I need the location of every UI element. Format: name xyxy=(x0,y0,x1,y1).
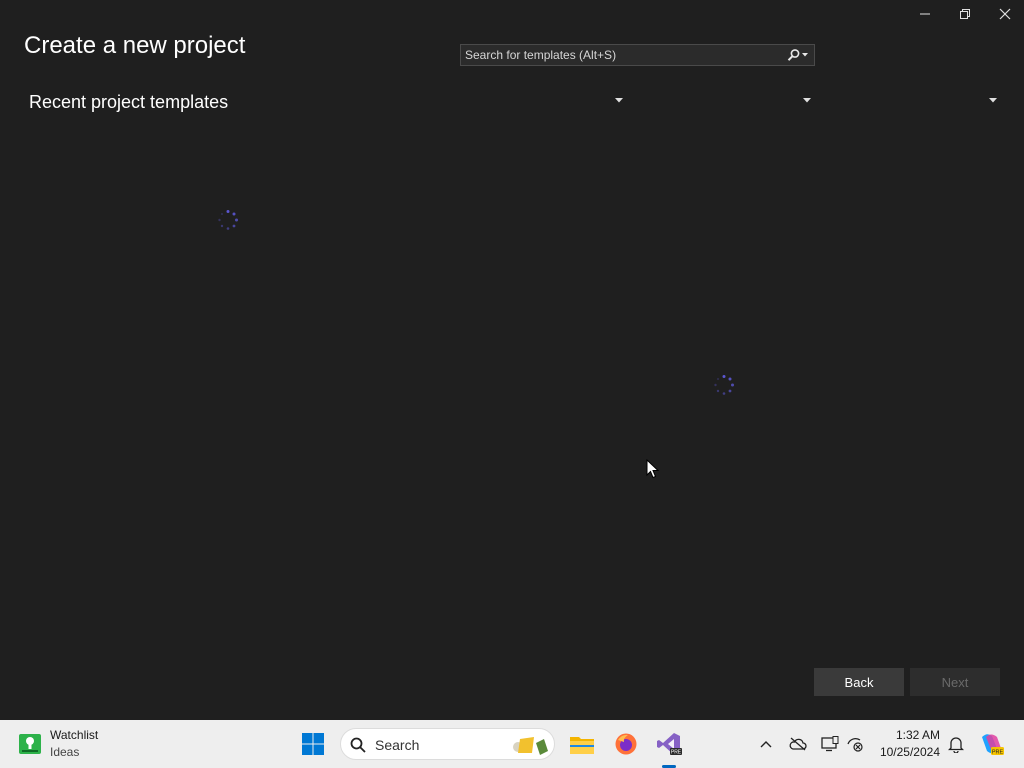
onedrive-tray-button[interactable] xyxy=(788,734,808,754)
chevron-down-icon xyxy=(803,97,811,102)
clock-date: 10/25/2024 xyxy=(879,745,940,759)
taskbar-search-label: Search xyxy=(375,737,420,753)
onedrive-offline-icon xyxy=(789,737,807,751)
firefox-icon xyxy=(615,733,637,755)
copilot-button[interactable]: PRE xyxy=(978,730,1006,758)
firefox-button[interactable] xyxy=(612,730,640,758)
notifications-button[interactable] xyxy=(946,734,966,754)
recent-loading-spinner-icon xyxy=(218,210,238,230)
project-type-filter-dropdown[interactable] xyxy=(986,94,1000,106)
mouse-cursor-icon xyxy=(646,459,660,479)
restore-button[interactable] xyxy=(945,0,985,28)
back-button[interactable]: Back xyxy=(814,668,904,696)
page-title: Create a new project xyxy=(24,32,246,59)
visual-studio-preview-icon: PRE xyxy=(657,733,682,756)
language-filter-dropdown[interactable] xyxy=(612,94,626,106)
widget-title: Watchlist xyxy=(50,728,99,742)
search-icon xyxy=(787,49,808,61)
next-button[interactable]: Next xyxy=(910,668,1000,696)
template-search-input[interactable] xyxy=(461,45,785,65)
minimize-icon xyxy=(920,13,930,15)
search-highlight-icon xyxy=(513,737,548,755)
windows-start-icon xyxy=(302,733,324,755)
chevron-up-icon xyxy=(760,741,772,748)
display-icon xyxy=(821,736,839,752)
widget-subtitle: Ideas xyxy=(50,745,80,759)
network-disconnected-icon xyxy=(847,738,863,752)
template-search-box[interactable] xyxy=(460,44,815,66)
search-options-button[interactable] xyxy=(782,45,814,65)
copilot-icon: PRE xyxy=(982,734,1004,755)
start-button[interactable] xyxy=(299,730,327,758)
taskbar-search-box[interactable]: Search xyxy=(340,728,555,760)
search-icon xyxy=(350,737,366,753)
restore-icon xyxy=(960,9,970,19)
show-hidden-icons-button[interactable] xyxy=(756,734,776,754)
display-tray-button[interactable] xyxy=(820,734,840,754)
close-icon xyxy=(999,8,1011,20)
svg-text:PRE: PRE xyxy=(992,749,1004,755)
clock-time: 1:32 AM xyxy=(895,728,940,742)
visual-studio-button[interactable]: PRE xyxy=(655,730,683,758)
bell-icon xyxy=(948,737,964,753)
platform-filter-dropdown[interactable] xyxy=(800,94,814,106)
svg-text:PRE: PRE xyxy=(671,750,682,756)
templates-loading-spinner-icon xyxy=(714,375,734,395)
file-explorer-icon xyxy=(570,737,594,754)
minimize-button[interactable] xyxy=(905,0,945,28)
chevron-down-icon xyxy=(989,97,997,102)
stock-chart-icon xyxy=(19,734,41,754)
close-button[interactable] xyxy=(985,0,1024,28)
network-tray-button[interactable] xyxy=(845,734,865,754)
chevron-down-icon xyxy=(615,97,623,102)
taskbar: Watchlist Ideas Search PRE 1:32 AM 10/25… xyxy=(0,720,1024,768)
file-explorer-button[interactable] xyxy=(568,730,596,758)
recent-templates-heading: Recent project templates xyxy=(29,92,229,112)
